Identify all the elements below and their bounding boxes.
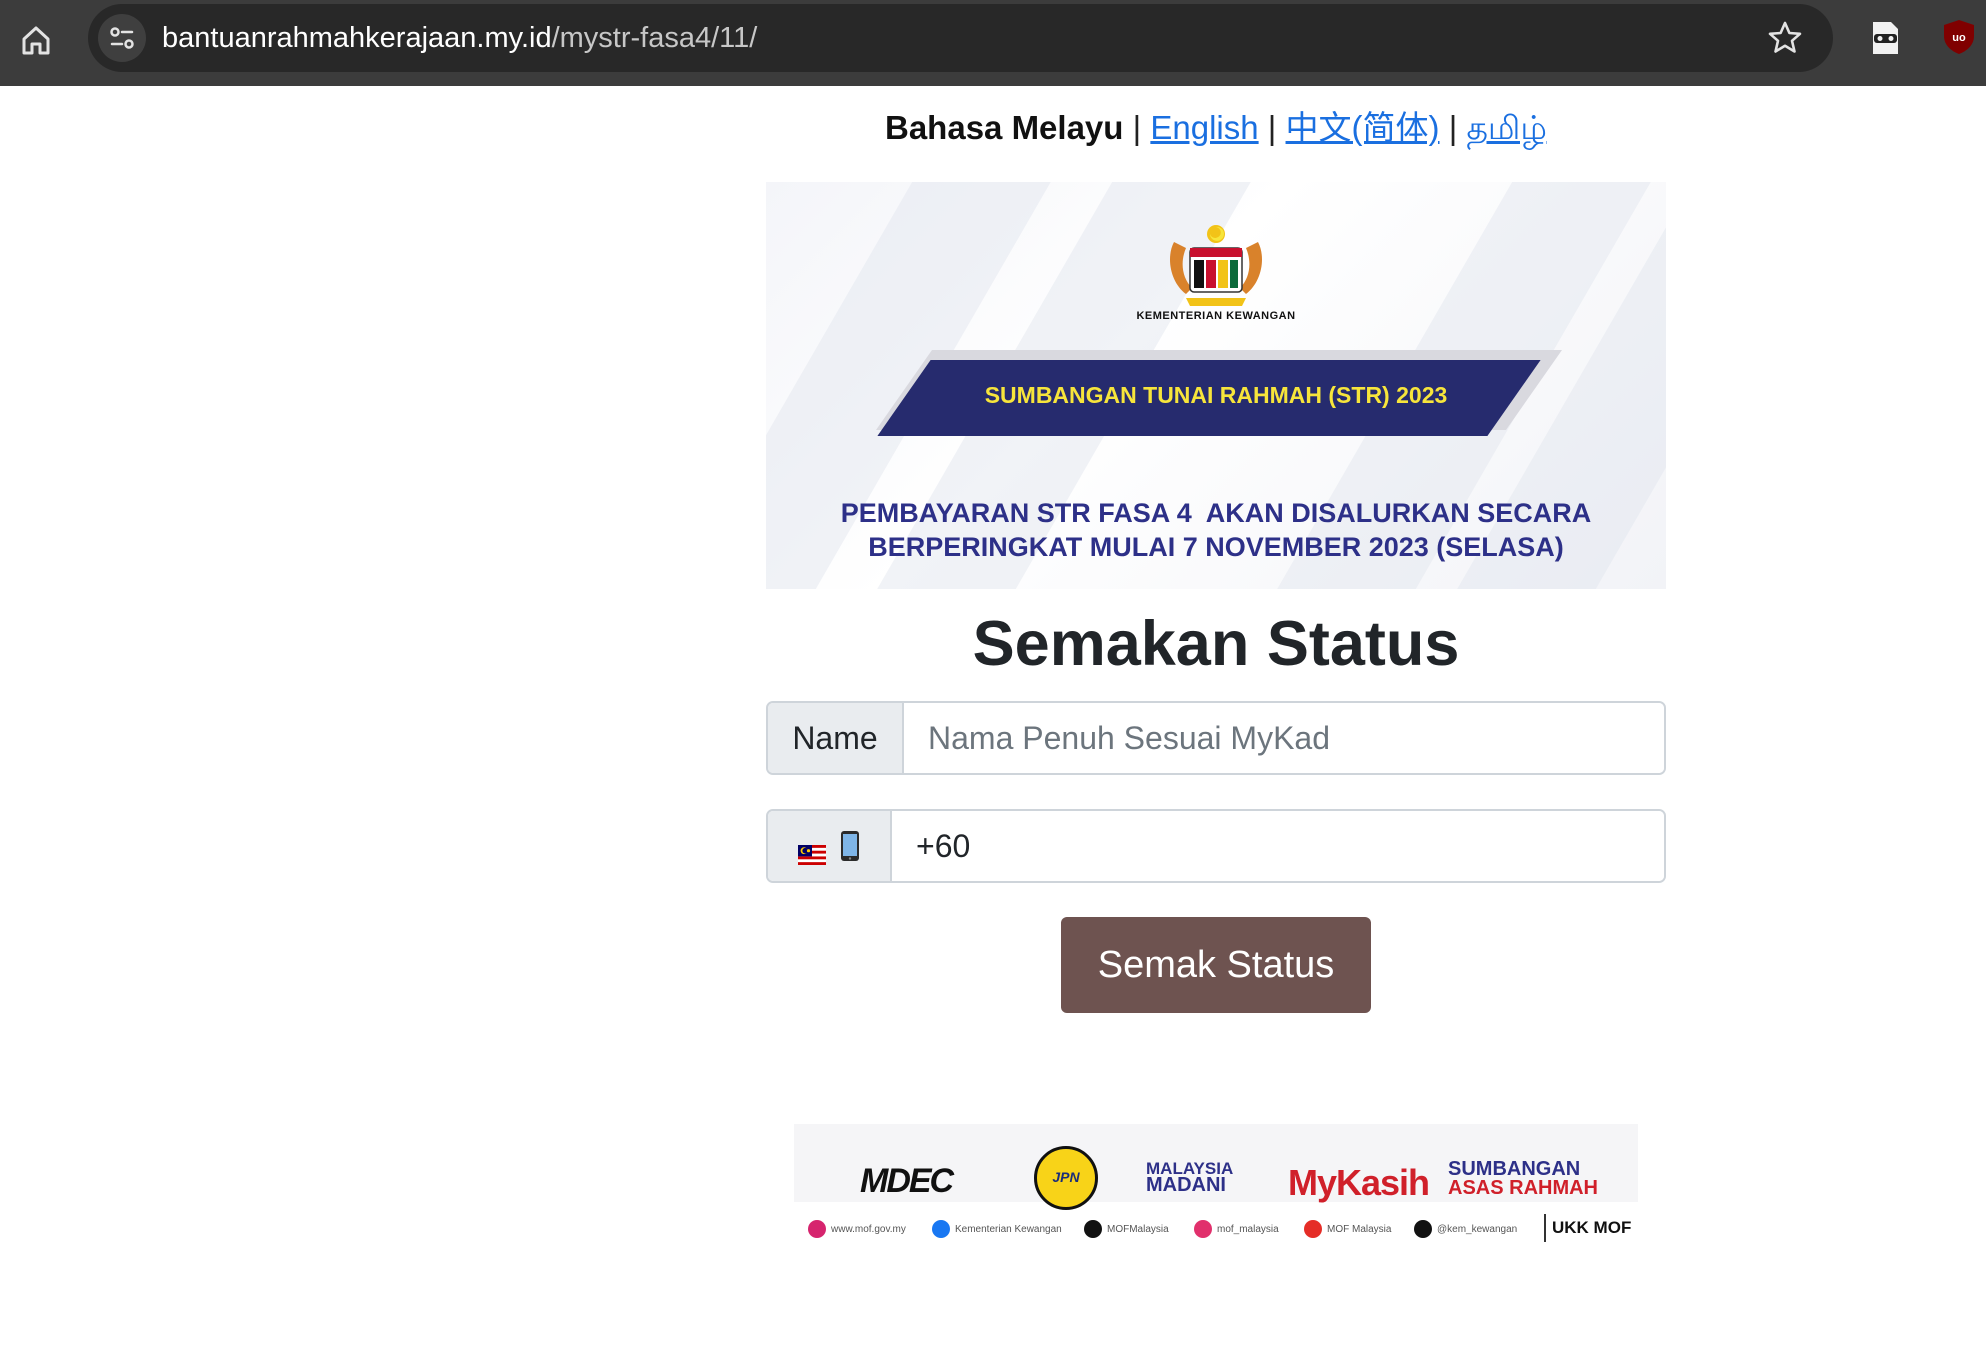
payment-notice-line2: BERPERINGKAT MULAI 7 NOVEMBER 2023 (SELA…: [868, 532, 1564, 562]
instagram-icon: [1194, 1220, 1212, 1238]
social-youtube-label: MOF Malaysia: [1327, 1223, 1392, 1235]
social-tiktok: @kem_kewangan: [1414, 1220, 1517, 1238]
mobile-phone-icon: [840, 830, 860, 862]
youtube-icon: [1304, 1220, 1322, 1238]
social-instagram: mof_malaysia: [1194, 1220, 1279, 1238]
url-host: bantuanrahmahkerajaan.my.id: [162, 22, 552, 54]
home-icon[interactable]: [16, 20, 56, 60]
malaysia-coat-of-arms-icon: [1156, 222, 1276, 312]
footer-partner-logos: MDEC JPN MALAYSIA MADANI MyKasih SUMBANG…: [794, 1124, 1638, 1248]
name-label: Name: [768, 703, 904, 773]
social-youtube: MOF Malaysia: [1304, 1220, 1391, 1238]
social-x-label: MOFMalaysia: [1107, 1223, 1169, 1235]
social-tiktok-label: @kem_kewangan: [1437, 1223, 1518, 1235]
browser-toolbar: bantuanrahmahkerajaan.my.id/mystr-fasa4/…: [0, 0, 1986, 86]
payment-notice: PEMBAYARAN STR FASA 4 AKAN DISALURKAN SE…: [766, 496, 1666, 564]
ublock-origin-icon[interactable]: uo: [1942, 18, 1976, 56]
malaysia-madani-logo: MALAYSIA MADANI: [1146, 1160, 1233, 1196]
tiktok-icon: [1414, 1220, 1432, 1238]
bookmark-star-icon[interactable]: [1765, 18, 1805, 58]
page-title: Semakan Status: [972, 609, 1460, 679]
page-content: Bahasa Melayu | English | 中文(简体) | தமிழ்: [0, 86, 1986, 1358]
social-website: www.mof.gov.my: [808, 1220, 906, 1238]
program-title: SUMBANGAN TUNAI RAHMAH (STR) 2023: [984, 382, 1448, 408]
lang-link-tamil[interactable]: தமிழ்: [1466, 109, 1547, 146]
facebook-icon: [932, 1220, 950, 1238]
social-x: MOFMalaysia: [1084, 1220, 1169, 1238]
svg-text:uo: uo: [1952, 32, 1966, 44]
url-path: /mystr-fasa4/11/: [551, 22, 758, 54]
social-website-label: www.mof.gov.my: [831, 1223, 906, 1235]
phone-prefix-addon: [768, 811, 892, 881]
phone-input[interactable]: [892, 811, 1664, 881]
str-banner: KEMENTERIAN KEWANGAN SUMBANGAN TUNAI RAH…: [766, 182, 1666, 589]
mdec-logo: MDEC: [860, 1162, 954, 1200]
phone-input-group: [766, 809, 1666, 883]
name-input[interactable]: [904, 703, 1664, 773]
check-status-button[interactable]: Semak Status: [1061, 917, 1371, 1013]
lang-separator: |: [1267, 109, 1277, 146]
lang-separator: |: [1448, 109, 1458, 146]
ministry-label: KEMENTERIAN KEWANGAN: [1136, 310, 1296, 322]
sar-logo-line2: ASAS RAHMAH: [1448, 1177, 1598, 1199]
social-facebook-label: Kementerian Kewangan: [955, 1223, 1062, 1235]
lang-separator: |: [1132, 109, 1142, 146]
ukk-mof-label: UKK MOF: [1544, 1214, 1631, 1242]
extension-icon[interactable]: [1868, 20, 1902, 56]
social-instagram-label: mof_malaysia: [1217, 1223, 1279, 1235]
url-text[interactable]: bantuanrahmahkerajaan.my.id/mystr-fasa4/…: [162, 22, 757, 54]
lang-current: Bahasa Melayu: [885, 109, 1124, 146]
malaysia-flag-icon: [798, 836, 826, 865]
lang-link-english[interactable]: English: [1150, 109, 1258, 146]
name-input-group: Name: [766, 701, 1666, 775]
social-facebook: Kementerian Kewangan: [932, 1220, 1062, 1238]
globe-icon: [808, 1220, 826, 1238]
language-switcher: Bahasa Melayu | English | 中文(简体) | தமிழ்: [766, 106, 1666, 150]
lang-link-chinese[interactable]: 中文(简体): [1286, 109, 1440, 146]
mykasih-logo: MyKasih: [1288, 1162, 1430, 1203]
address-bar[interactable]: bantuanrahmahkerajaan.my.id/mystr-fasa4/…: [88, 4, 1833, 72]
sumbangan-asas-rahmah-logo: SUMBANGAN ASAS RAHMAH: [1448, 1159, 1598, 1199]
jpn-logo: JPN: [1034, 1146, 1098, 1210]
site-info-icon[interactable]: [98, 14, 146, 62]
madani-logo-line2: MADANI: [1146, 1174, 1226, 1196]
payment-notice-line1: PEMBAYARAN STR FASA 4 AKAN DISALURKAN SE…: [840, 498, 1592, 528]
x-icon: [1084, 1220, 1102, 1238]
